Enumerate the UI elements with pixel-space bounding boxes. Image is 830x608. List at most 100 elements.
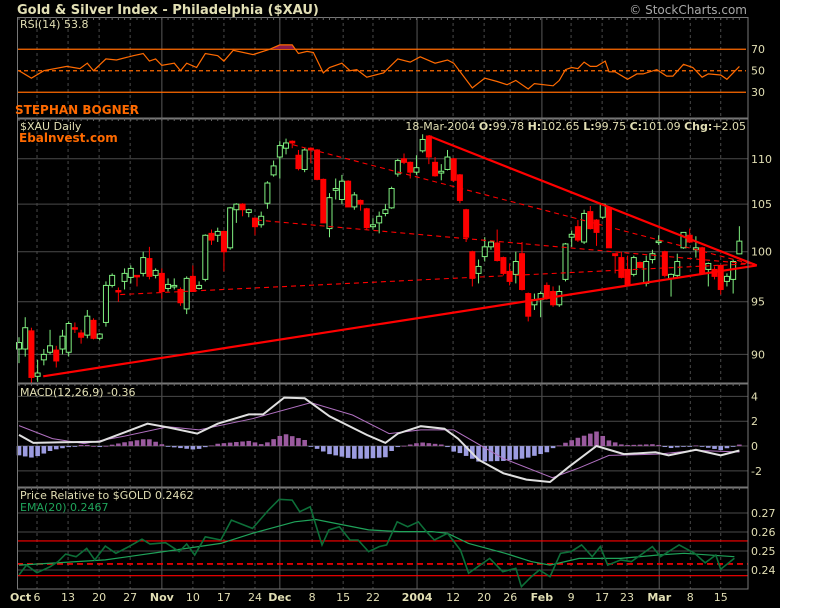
macd-histogram-bar — [215, 443, 221, 447]
candle-body — [481, 246, 488, 258]
candle — [463, 208, 470, 243]
candle-body — [649, 253, 656, 261]
ohlc-readout: 18-Mar-2004 O:99.78 H:102.65 L:99.75 C:1… — [405, 120, 746, 133]
macd-histogram-bar — [60, 446, 65, 449]
macd-histogram-bar — [302, 439, 307, 447]
macd-histogram-bar — [687, 446, 692, 447]
candle-body — [338, 180, 345, 201]
macd-histogram-bar — [258, 444, 264, 447]
candle-body — [301, 149, 308, 170]
macd-histogram-bar — [339, 446, 345, 457]
y-tick-label: 4 — [751, 390, 758, 403]
candle — [183, 276, 190, 315]
macd-histogram-bar — [116, 443, 121, 447]
macd-histogram-bar — [53, 446, 59, 450]
candle-body — [264, 182, 271, 204]
x-tick-label: 20 — [477, 591, 491, 604]
macd-histogram-bar — [277, 435, 283, 447]
macd-histogram-bar — [227, 442, 233, 447]
candle-body — [525, 293, 532, 317]
y-tick-label: 100 — [751, 246, 772, 259]
y-tick-label: 70 — [751, 43, 765, 56]
candle-body — [47, 345, 54, 353]
macd-histogram-bar — [581, 435, 587, 447]
website-label: Ebalnvest.com — [19, 131, 118, 145]
macd-histogram-bar — [488, 446, 494, 462]
low-key: L: — [583, 120, 594, 133]
y-tick-label: 0.25 — [751, 545, 776, 558]
candle-body — [171, 284, 178, 288]
high-value: 102.65 — [541, 120, 580, 133]
macd-histogram-bar — [134, 440, 140, 447]
macd-label: MACD(12,26,9) -0.36 — [20, 386, 136, 399]
ema-label: EMA(20) 0.2467 — [20, 501, 109, 514]
macd-histogram-bar — [271, 439, 276, 447]
rsi-label: RSI(14) 53.8 — [20, 18, 88, 31]
macd-histogram-bar — [153, 441, 158, 447]
macd-histogram-bar — [184, 446, 189, 449]
candle-body — [158, 272, 165, 293]
candle-body — [432, 161, 439, 177]
candle-body — [450, 158, 457, 181]
y-tick-label: 110 — [751, 153, 772, 166]
candle-body — [630, 257, 637, 275]
candle-body — [183, 277, 190, 310]
macd-histogram-bar — [196, 446, 202, 449]
stockcharts-figure: Oct 6 13 20 27 Nov 10 17 24 Dec 8 15 22 2004 12 20 26 Feb… — [0, 0, 830, 608]
x-tick-label: 15 — [336, 591, 350, 604]
candle-body — [506, 270, 513, 282]
x-tick-label: 15 — [714, 591, 728, 604]
macd-histogram-bar — [29, 446, 34, 458]
macd-histogram-bar — [165, 446, 171, 447]
candle-body — [438, 170, 445, 174]
copyright-link[interactable]: © StockCharts.com — [629, 3, 747, 17]
candle-body — [245, 209, 252, 214]
candle-body — [419, 138, 426, 152]
candle-body — [121, 272, 128, 282]
x-tick-label: 24 — [248, 591, 262, 604]
candle-body — [568, 233, 575, 238]
macd-histogram-bar — [103, 445, 109, 447]
macd-histogram-bar — [693, 445, 699, 447]
candle-body — [425, 135, 432, 158]
macd-histogram-bar — [544, 446, 550, 453]
macd-histogram-bar — [383, 446, 388, 458]
macd-histogram-bar — [407, 444, 413, 447]
macd-histogram-bar — [532, 446, 537, 456]
macd-histogram-bar — [91, 446, 96, 447]
macd-histogram-bar — [240, 441, 245, 447]
candle — [388, 186, 395, 209]
macd-histogram-bar — [414, 443, 419, 447]
macd-histogram-bar — [625, 445, 630, 447]
macd-histogram-bar — [97, 446, 103, 448]
candle-body — [140, 257, 147, 274]
candle — [314, 149, 321, 181]
open-value: 99.78 — [493, 120, 525, 133]
y-tick-label: 0.26 — [751, 526, 776, 539]
macd-histogram-bar — [128, 441, 134, 447]
macd-histogram-bar — [320, 446, 326, 452]
macd-histogram-bar — [556, 445, 562, 447]
open-key: O: — [479, 120, 493, 133]
macd-histogram-bar — [66, 446, 71, 448]
macd-histogram-bar — [140, 439, 146, 447]
close-value: 101.09 — [642, 120, 681, 133]
candle-body — [574, 226, 581, 241]
candle-body — [388, 187, 395, 209]
macd-histogram-bar — [606, 440, 612, 447]
chart-background — [0, 0, 780, 608]
candle — [301, 148, 308, 173]
candle-body — [295, 154, 302, 170]
candle-body — [363, 208, 370, 229]
candle-body — [351, 194, 358, 208]
macd-histogram-bar — [457, 446, 463, 454]
candle-body — [227, 207, 234, 249]
y-tick-label: 0.27 — [751, 507, 776, 520]
macd-histogram-bar — [364, 446, 370, 459]
candle — [661, 250, 668, 278]
macd-histogram-bar — [513, 446, 519, 460]
y-tick-label: 0 — [751, 440, 758, 453]
candle-body — [723, 275, 730, 282]
macd-histogram-bar — [519, 446, 525, 459]
candle-body — [59, 335, 66, 350]
